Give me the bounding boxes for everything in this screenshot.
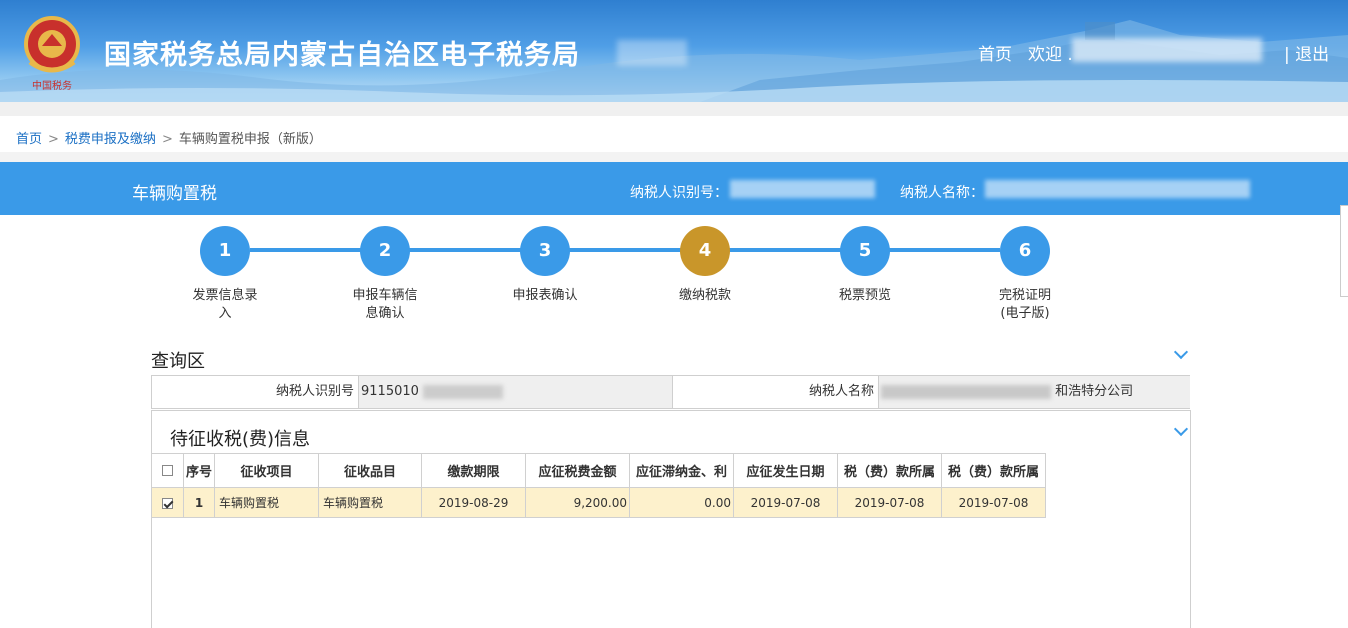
step-6-label: 完税证明 (电子版) (998, 288, 1051, 321)
taxpayer-id-value: 9115010 (361, 384, 419, 399)
row-amount: 9,200.00 (525, 487, 630, 518)
table-header-row: 序号 征收项目 征收品目 缴款期限 应征税费金额 应征滞纳金、利 应征发生日期 … (151, 453, 1046, 488)
row-occur-date: 2019-07-08 (733, 487, 838, 518)
table-row[interactable]: 1 车辆购置税 车辆购置税 2019-08-29 9,200.00 0.00 2… (151, 487, 1046, 518)
svg-text:中国税务: 中国税务 (32, 79, 72, 92)
step-2-label: 申报车辆信 息确认 (352, 288, 418, 321)
taxpayer-name-field: 和浩特分公司 (878, 376, 1190, 408)
breadcrumb-tax-declaration[interactable]: 税费申报及缴纳 (65, 132, 156, 147)
row-select-cell[interactable] (151, 487, 184, 518)
row-late-fee: 0.00 (629, 487, 734, 518)
step-5-label: 税票预览 (838, 288, 891, 303)
column-header: 缴款期限 (421, 453, 526, 488)
select-all-checkbox[interactable] (162, 465, 173, 476)
column-header: 征收项目 (214, 453, 319, 488)
step-5: 5 (840, 226, 890, 276)
row-period-end: 2019-07-08 (941, 487, 1046, 518)
taxpayer-id-field-label: 纳税人识别号 (152, 376, 358, 408)
chevron-down-icon[interactable] (1173, 344, 1189, 360)
column-header: 税（费）款所属 (941, 453, 1046, 488)
step-3: 3 (520, 226, 570, 276)
redacted-region (617, 40, 687, 66)
breadcrumb-divider (0, 152, 1348, 162)
pending-tax-table: 序号 征收项目 征收品目 缴款期限 应征税费金额 应征滞纳金、利 应征发生日期 … (151, 453, 1046, 518)
taxpayer-id-field: 9115010 (358, 376, 672, 408)
site-title: 国家税务总局内蒙古自治区电子税务局 (104, 40, 580, 71)
column-header: 税（费）款所属 (837, 453, 942, 488)
row-period-start: 2019-07-08 (837, 487, 942, 518)
taxpayer-name-field-label: 纳税人名称 (672, 376, 878, 408)
row-checkbox[interactable] (162, 497, 173, 509)
pending-section-title: 待征收税(费)信息 (170, 429, 311, 450)
breadcrumb-separator: > (161, 132, 173, 147)
progress-steps: 1 发票信息录入 2 申报车辆信 息确认 3 申报表确认 4 缴纳税款 5 税票预… (0, 222, 1348, 332)
redacted-taxpayer-name (985, 180, 1250, 198)
column-header: 序号 (183, 453, 215, 488)
redacted-id-suffix (423, 384, 504, 399)
step-3-label: 申报表确认 (512, 288, 578, 303)
query-form: 纳税人识别号 9115010 纳税人名称 和浩特分公司 (151, 375, 1190, 409)
breadcrumb-separator: > (48, 132, 59, 147)
redacted-username (1072, 38, 1262, 62)
step-4-label: 缴纳税款 (678, 288, 731, 303)
row-deadline: 2019-08-29 (421, 487, 526, 518)
logout-link[interactable]: | 退出 (1284, 40, 1329, 65)
row-seq: 1 (183, 487, 215, 518)
step-1-label: 发票信息录入 (192, 288, 258, 321)
redacted-name-prefix (881, 384, 1051, 399)
breadcrumb-home[interactable]: 首页 (16, 132, 42, 147)
module-title-bar: 车辆购置税 纳税人识别号： 纳税人名称： (0, 162, 1348, 215)
row-subitem: 车辆购置税 (318, 487, 422, 518)
redacted-taxpayer-id (730, 180, 875, 198)
site-header: 中国税务 国家税务总局内蒙古自治区电子税务局 首页 欢迎 . | 退出 (0, 0, 1348, 102)
step-1: 1 (200, 226, 250, 276)
header-divider (0, 102, 1348, 116)
row-item: 车辆购置税 (214, 487, 319, 518)
select-all-cell[interactable] (151, 453, 184, 488)
taxpayer-name-suffix: 和浩特分公司 (1055, 384, 1134, 399)
query-section-title: 查询区 (151, 351, 205, 372)
taxpayer-name-label: 纳税人名称： (900, 185, 984, 201)
column-header: 应征发生日期 (733, 453, 838, 488)
welcome-text: 欢迎 . (1028, 45, 1073, 65)
column-header: 应征滞纳金、利 (629, 453, 734, 488)
taxpayer-id-label: 纳税人识别号： (630, 185, 728, 201)
home-link[interactable]: 首页 (978, 40, 1012, 65)
step-2: 2 (360, 226, 410, 276)
column-header: 征收品目 (318, 453, 422, 488)
tax-bureau-emblem-icon: 中国税务 (24, 16, 80, 92)
breadcrumb-current: 车辆购置税申报（新版） (178, 132, 322, 147)
step-6: 6 (1000, 226, 1050, 276)
column-header: 应征税费金额 (525, 453, 630, 488)
breadcrumb: 首页 > 税费申报及缴纳 > 车辆购置税申报（新版） (16, 128, 322, 147)
module-title: 车辆购置税 (132, 184, 217, 204)
step-4-current: 4 (680, 226, 730, 276)
